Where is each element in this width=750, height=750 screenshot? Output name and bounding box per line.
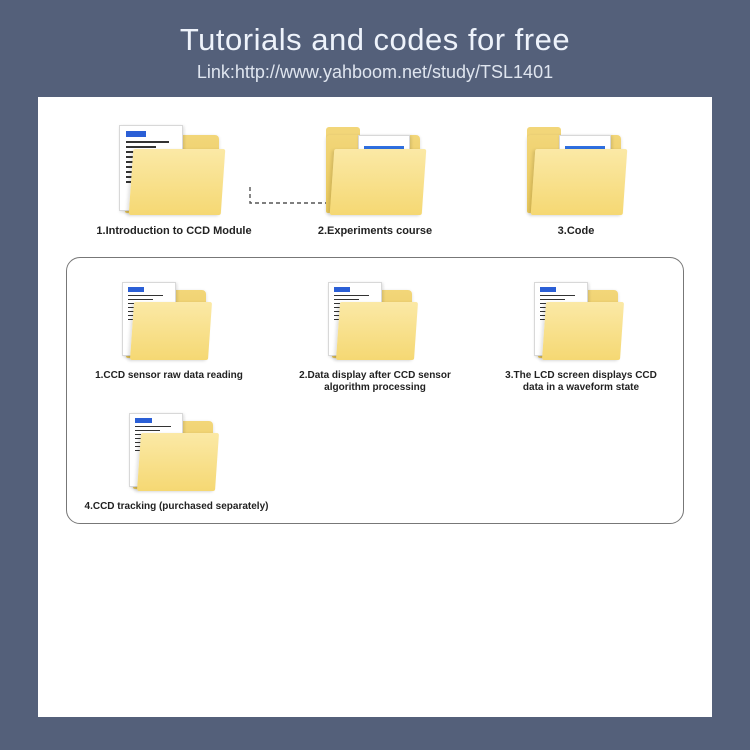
folder-label: 4.CCD tracking (purchased separately) xyxy=(85,501,269,514)
folder-label: 2.Experiments course xyxy=(318,225,432,239)
folder-label: 1.Introduction to CCD Module xyxy=(96,225,251,239)
folder-icon xyxy=(122,282,217,362)
page-title: Tutorials and codes for free xyxy=(0,22,750,58)
folder-item[interactable]: 3.Code xyxy=(486,125,666,239)
header: Tutorials and codes for free Link:http:/… xyxy=(0,0,750,97)
folder-item[interactable]: 3.The LCD screen displays CCD data in a … xyxy=(491,282,671,395)
folder-label: 1.CCD sensor raw data reading xyxy=(95,370,243,383)
page-subtitle: Link:http://www.yahboom.net/study/TSL140… xyxy=(0,62,750,83)
folder-label: 2.Data display after CCD sensor algorith… xyxy=(290,370,460,395)
folder-item[interactable]: 2.Experiments course xyxy=(285,125,465,239)
experiments-subgroup: 1.CCD sensor raw data reading 2.Data dis… xyxy=(66,257,684,525)
folder-icon xyxy=(119,125,229,217)
folder-icon xyxy=(129,413,224,493)
folder-item[interactable]: 4.CCD tracking (purchased separately) xyxy=(79,413,274,514)
folder-item[interactable]: 1.CCD sensor raw data reading xyxy=(79,282,259,395)
folder-icon xyxy=(320,125,430,217)
folder-label: 3.Code xyxy=(558,225,595,239)
folder-icon xyxy=(534,282,629,362)
folder-item[interactable]: 1.Introduction to CCD Module xyxy=(84,125,264,239)
sub-folder-row-2: 4.CCD tracking (purchased separately) xyxy=(79,413,671,514)
content-panel: 1.Introduction to CCD Module 2.Experimen… xyxy=(38,97,712,717)
sub-folder-row-1: 1.CCD sensor raw data reading 2.Data dis… xyxy=(79,282,671,395)
folder-label: 3.The LCD screen displays CCD data in a … xyxy=(496,370,666,395)
top-folder-row: 1.Introduction to CCD Module 2.Experimen… xyxy=(66,125,684,239)
folder-icon xyxy=(521,125,631,217)
folder-item[interactable]: 2.Data display after CCD sensor algorith… xyxy=(285,282,465,395)
folder-icon xyxy=(328,282,423,362)
